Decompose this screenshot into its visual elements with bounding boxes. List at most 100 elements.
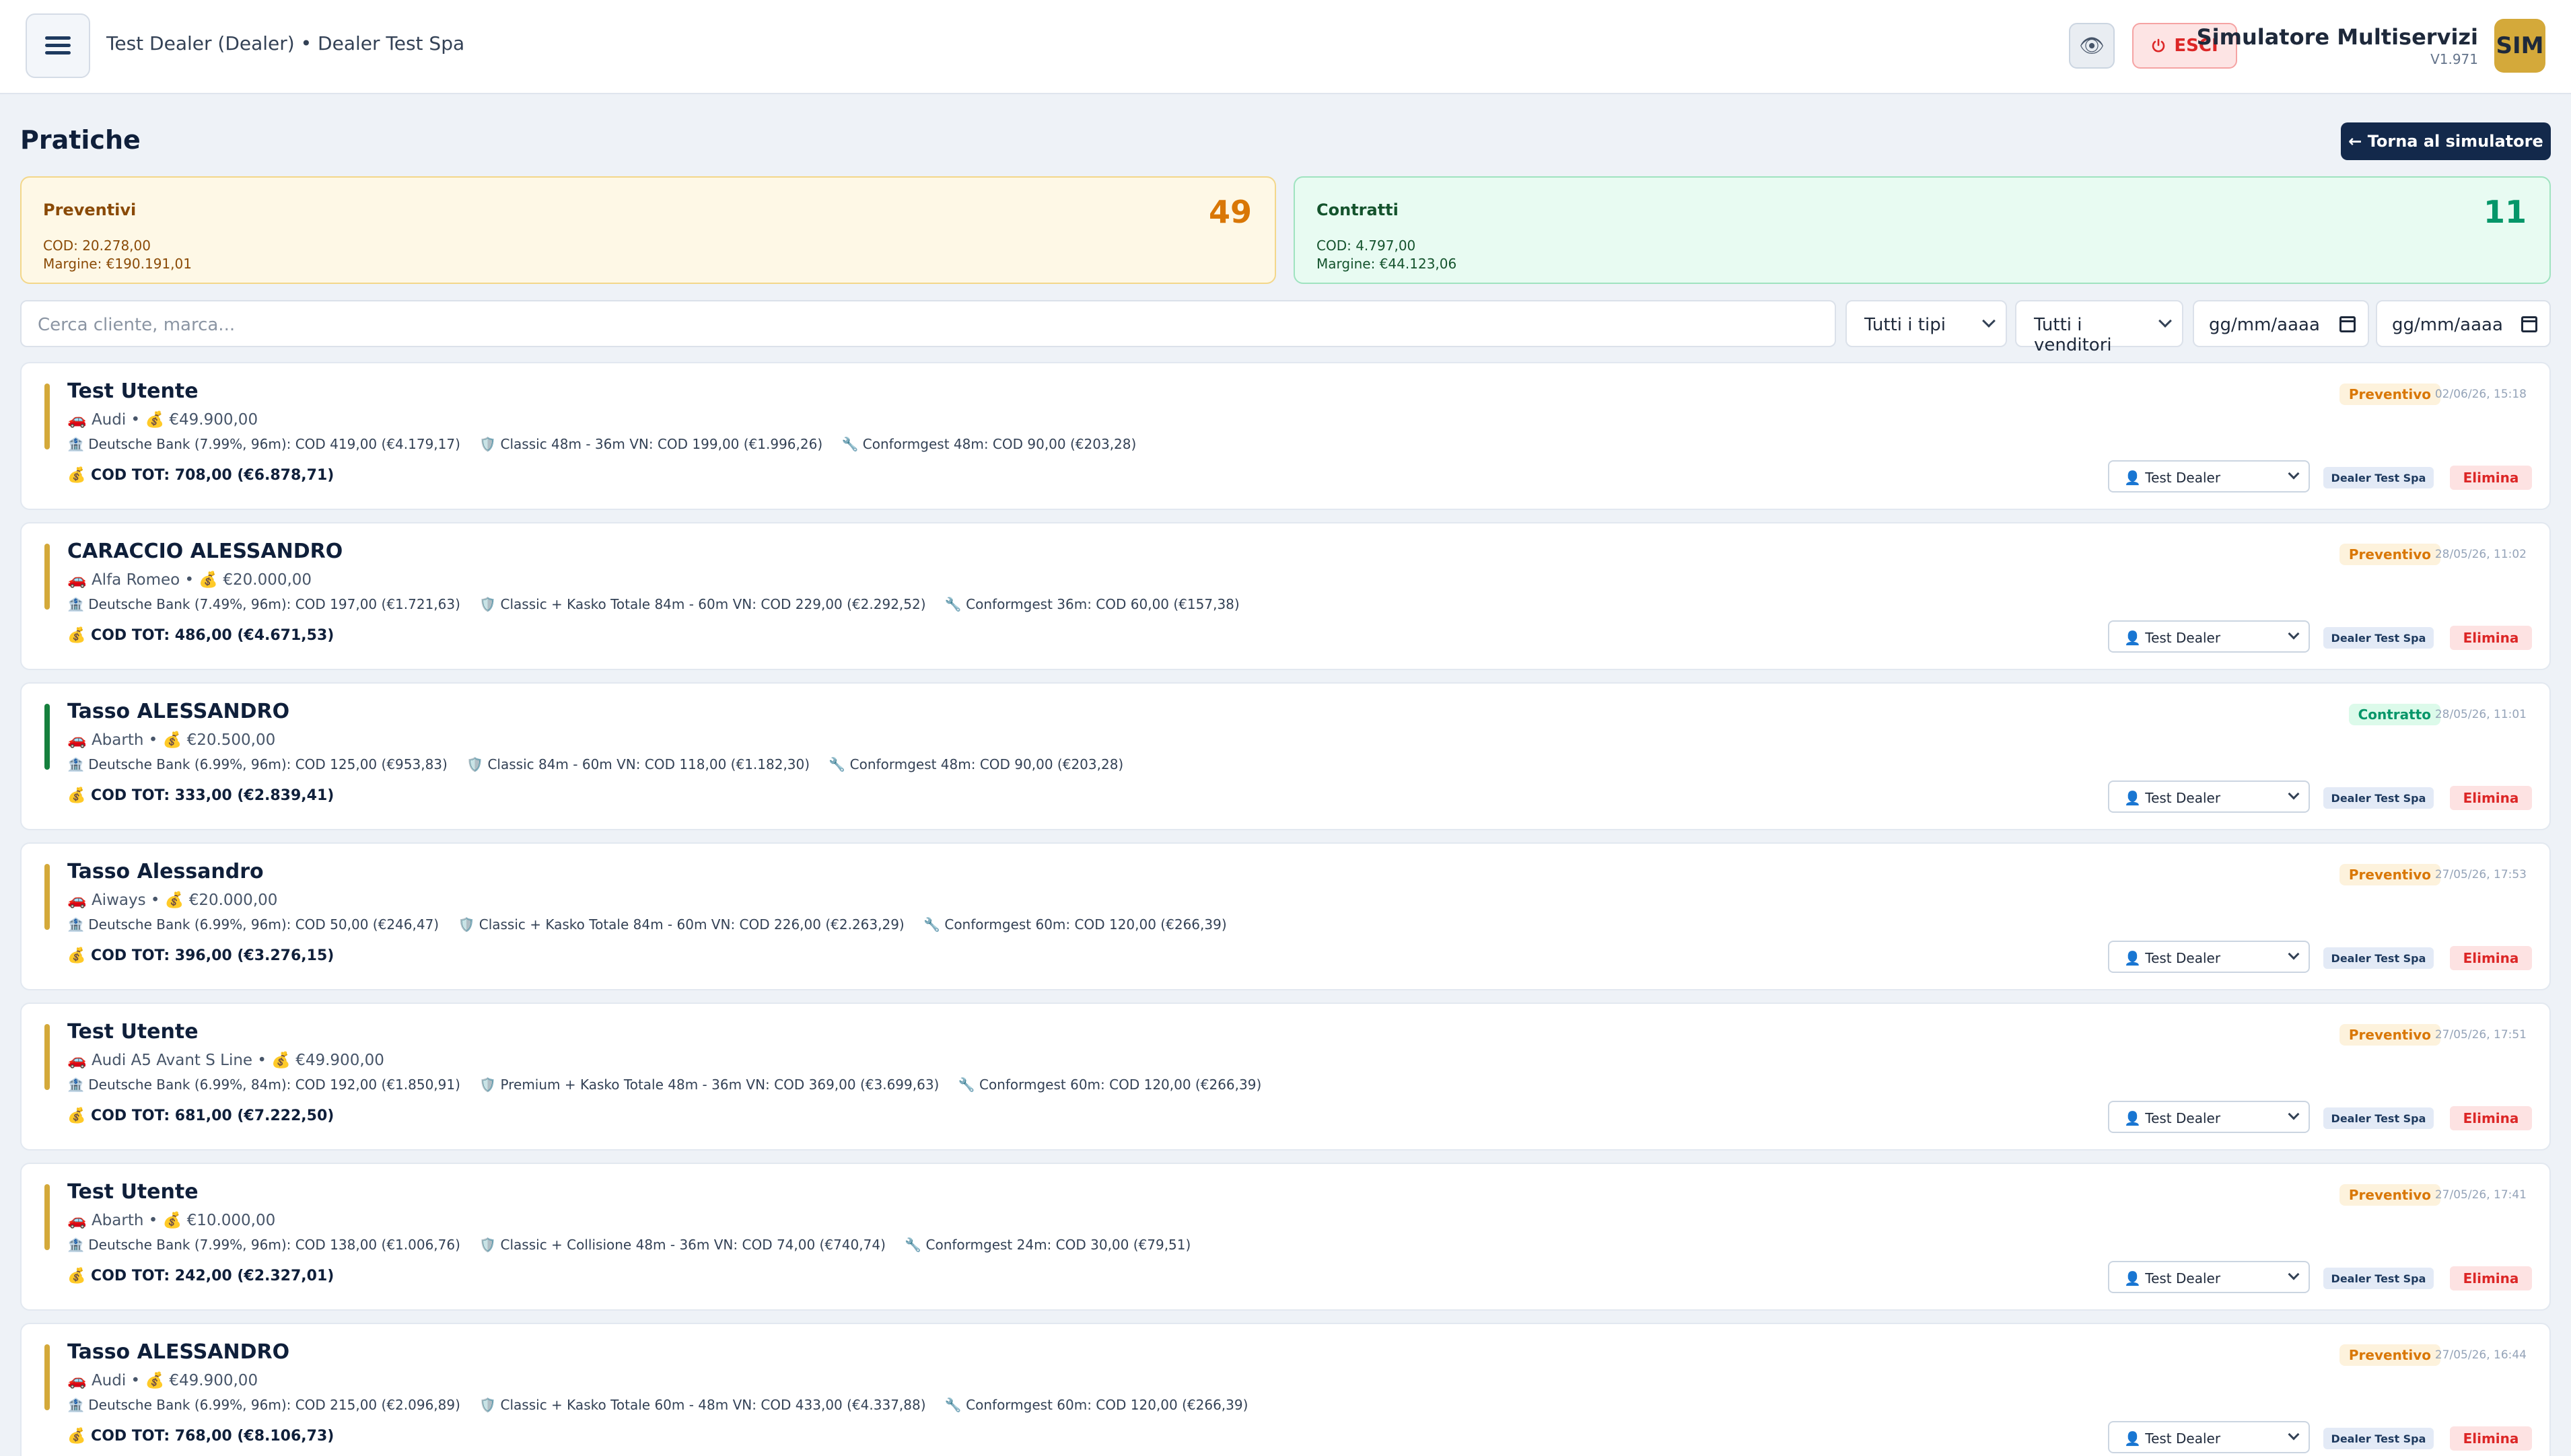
list-item[interactable]: Test Utente 🚗 Audi A5 Avant S Line • 💰 €… xyxy=(20,1003,2551,1151)
bank-detail: 🏦 Deutsche Bank (6.99%, 96m): COD 215,00… xyxy=(67,1397,460,1413)
status-color-bar xyxy=(44,1024,50,1090)
seller-value: 👤 Test Dealer xyxy=(2124,950,2221,966)
list-item[interactable]: Tasso ALESSANDRO 🚗 Abarth • 💰 €20.500,00… xyxy=(20,682,2551,830)
search-input[interactable]: Cerca cliente, marca... xyxy=(20,300,1836,347)
avatar[interactable]: SIM xyxy=(2494,19,2545,73)
bank-detail: 🏦 Deutsche Bank (7.99%, 96m): COD 419,00… xyxy=(67,436,460,452)
delete-button[interactable]: Elimina xyxy=(2450,466,2532,490)
vehicle-info: 🚗 Abarth • 💰 €20.500,00 xyxy=(67,731,276,749)
date-to-value: gg/mm/aaaa xyxy=(2392,315,2503,335)
app-version: V1.971 xyxy=(2430,51,2478,67)
contratti-count: 11 xyxy=(2483,194,2527,230)
dealer-badge: Dealer Test Spa xyxy=(2323,787,2434,809)
delete-button[interactable]: Elimina xyxy=(2450,1106,2532,1130)
chevron-down-icon xyxy=(2288,628,2300,640)
calendar-icon[interactable] xyxy=(2339,316,2356,332)
service-detail: 🔧 Conformgest 60m: COD 120,00 (€266,39) xyxy=(958,1077,1262,1093)
seller-select[interactable]: 👤 Test Dealer xyxy=(2108,1101,2310,1133)
delete-button[interactable]: Elimina xyxy=(2450,1266,2532,1290)
cod-total: 💰 COD TOT: 681,00 (€7.222,50) xyxy=(67,1107,334,1124)
calendar-icon[interactable] xyxy=(2521,316,2537,332)
delete-button[interactable]: Elimina xyxy=(2450,946,2532,970)
delete-button[interactable]: Elimina xyxy=(2450,626,2532,650)
seller-select[interactable]: 👤 Test Dealer xyxy=(2108,460,2310,493)
seller-select[interactable]: 👤 Test Dealer xyxy=(2108,941,2310,973)
timestamp: 27/05/26, 17:51 xyxy=(2434,1028,2527,1042)
type-filter-select[interactable]: Tutti i tipi xyxy=(1845,300,2007,347)
financing-details: 🏦 Deutsche Bank (6.99%, 96m): COD 215,00… xyxy=(67,1397,1263,1413)
seller-filter-select[interactable]: Tutti i venditori xyxy=(2015,300,2183,355)
date-from-value: gg/mm/aaaa xyxy=(2209,315,2320,335)
vehicle-info: 🚗 Audi A5 Avant S Line • 💰 €49.900,00 xyxy=(67,1052,384,1069)
client-name: Tasso ALESSANDRO xyxy=(67,700,290,723)
vehicle-info: 🚗 Aiways • 💰 €20.000,00 xyxy=(67,891,278,909)
preventivi-count: 49 xyxy=(1208,194,1252,230)
seller-value: 👤 Test Dealer xyxy=(2124,1430,2221,1447)
client-name: Tasso Alessandro xyxy=(67,860,264,883)
top-bar: Test Dealer (Dealer) • Dealer Test Spa 👁… xyxy=(0,0,2571,94)
service-detail: 🔧 Conformgest 48m: COD 90,00 (€203,28) xyxy=(841,436,1137,452)
list-item[interactable]: Tasso Alessandro 🚗 Aiways • 💰 €20.000,00… xyxy=(20,842,2551,990)
breadcrumb: Test Dealer (Dealer) • Dealer Test Spa xyxy=(106,32,465,54)
status-badge: Preventivo xyxy=(2339,864,2440,885)
status-badge: Preventivo xyxy=(2339,1024,2440,1046)
list-item[interactable]: Test Utente 🚗 Abarth • 💰 €10.000,00 🏦 De… xyxy=(20,1163,2551,1311)
contratti-summary-card: Contratti 11 COD: 4.797,00 Margine: €44.… xyxy=(1294,176,2551,284)
insurance-detail: 🛡️ Classic + Kasko Totale 84m - 60m VN: … xyxy=(458,916,905,933)
preventivi-margin: Margine: €190.191,01 xyxy=(43,256,192,272)
delete-button[interactable]: Elimina xyxy=(2450,786,2532,810)
bank-detail: 🏦 Deutsche Bank (7.99%, 96m): COD 138,00… xyxy=(67,1237,460,1253)
bank-detail: 🏦 Deutsche Bank (6.99%, 84m): COD 192,00… xyxy=(67,1077,460,1093)
dealer-badge: Dealer Test Spa xyxy=(2323,627,2434,649)
vehicle-info: 🚗 Alfa Romeo • 💰 €20.000,00 xyxy=(67,571,312,589)
timestamp: 27/05/26, 16:44 xyxy=(2434,1348,2527,1362)
pratiche-list: Test Utente 🚗 Audi • 💰 €49.900,00 🏦 Deut… xyxy=(20,362,2551,1456)
timestamp: 27/05/26, 17:41 xyxy=(2434,1188,2527,1202)
financing-details: 🏦 Deutsche Bank (6.99%, 96m): COD 50,00 … xyxy=(67,916,1242,933)
dealer-badge: Dealer Test Spa xyxy=(2323,947,2434,969)
status-color-bar xyxy=(44,544,50,610)
status-badge: Contratto xyxy=(2348,704,2440,725)
service-detail: 🔧 Conformgest 36m: COD 60,00 (€157,38) xyxy=(944,596,1240,612)
cod-total: 💰 COD TOT: 396,00 (€3.276,15) xyxy=(67,947,334,964)
vehicle-info: 🚗 Audi • 💰 €49.900,00 xyxy=(67,411,258,429)
cod-total: 💰 COD TOT: 708,00 (€6.878,71) xyxy=(67,467,334,484)
cod-total: 💰 COD TOT: 768,00 (€8.106,73) xyxy=(67,1428,334,1445)
cod-total: 💰 COD TOT: 333,00 (€2.839,41) xyxy=(67,787,334,804)
contratti-margin: Margine: €44.123,06 xyxy=(1316,256,1457,272)
insurance-detail: 🛡️ Classic + Kasko Totale 60m - 48m VN: … xyxy=(479,1397,926,1413)
seller-select[interactable]: 👤 Test Dealer xyxy=(2108,620,2310,653)
bank-detail: 🏦 Deutsche Bank (7.49%, 96m): COD 197,00… xyxy=(67,596,460,612)
hamburger-icon xyxy=(45,36,71,55)
insurance-detail: 🛡️ Classic + Collisione 48m - 36m VN: CO… xyxy=(479,1237,886,1253)
dealer-badge: Dealer Test Spa xyxy=(2323,467,2434,488)
list-item[interactable]: Tasso ALESSANDRO 🚗 Audi • 💰 €49.900,00 🏦… xyxy=(20,1323,2551,1456)
seller-value: 👤 Test Dealer xyxy=(2124,630,2221,646)
preview-button[interactable]: 👁 xyxy=(2069,23,2115,69)
status-badge: Preventivo xyxy=(2339,544,2440,565)
date-to-input[interactable]: gg/mm/aaaa xyxy=(2376,300,2551,347)
seller-select[interactable]: 👤 Test Dealer xyxy=(2108,1421,2310,1453)
chevron-down-icon xyxy=(1982,314,1996,328)
chevron-down-icon xyxy=(2288,1428,2300,1441)
date-from-input[interactable]: gg/mm/aaaa xyxy=(2193,300,2369,347)
seller-select[interactable]: 👤 Test Dealer xyxy=(2108,780,2310,813)
seller-select[interactable]: 👤 Test Dealer xyxy=(2108,1261,2310,1293)
list-item[interactable]: CARACCIO ALESSANDRO 🚗 Alfa Romeo • 💰 €20… xyxy=(20,522,2551,670)
status-color-bar xyxy=(44,1184,50,1250)
status-color-bar xyxy=(44,1344,50,1410)
client-name: CARACCIO ALESSANDRO xyxy=(67,540,343,563)
chevron-down-icon xyxy=(2288,468,2300,480)
status-color-bar xyxy=(44,384,50,449)
seller-value: 👤 Test Dealer xyxy=(2124,1110,2221,1126)
menu-button[interactable] xyxy=(26,13,90,78)
vehicle-info: 🚗 Audi • 💰 €49.900,00 xyxy=(67,1372,258,1389)
financing-details: 🏦 Deutsche Bank (7.99%, 96m): COD 419,00… xyxy=(67,436,1151,452)
list-item[interactable]: Test Utente 🚗 Audi • 💰 €49.900,00 🏦 Deut… xyxy=(20,362,2551,510)
bank-detail: 🏦 Deutsche Bank (6.99%, 96m): COD 125,00… xyxy=(67,756,448,772)
cod-total: 💰 COD TOT: 486,00 (€4.671,53) xyxy=(67,627,334,644)
eye-icon: 👁 xyxy=(2078,34,2105,58)
chevron-down-icon xyxy=(2288,788,2300,800)
delete-button[interactable]: Elimina xyxy=(2450,1426,2532,1451)
back-to-simulator-button[interactable]: ← Torna al simulatore xyxy=(2341,122,2551,160)
